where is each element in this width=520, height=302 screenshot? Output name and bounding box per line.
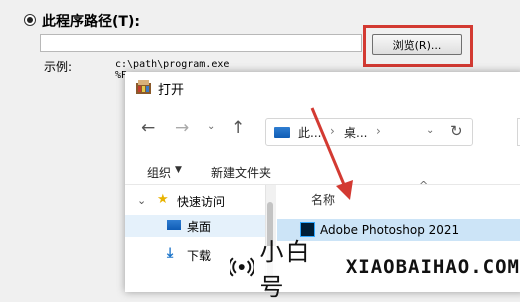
watermark-en: XIAOBAIHAO.COM <box>345 256 520 278</box>
watermark: 小白号 XIAOBAIHAO.COM <box>224 238 520 301</box>
watermark-cn: 小白号 <box>259 238 312 301</box>
broadcast-icon <box>230 257 254 277</box>
